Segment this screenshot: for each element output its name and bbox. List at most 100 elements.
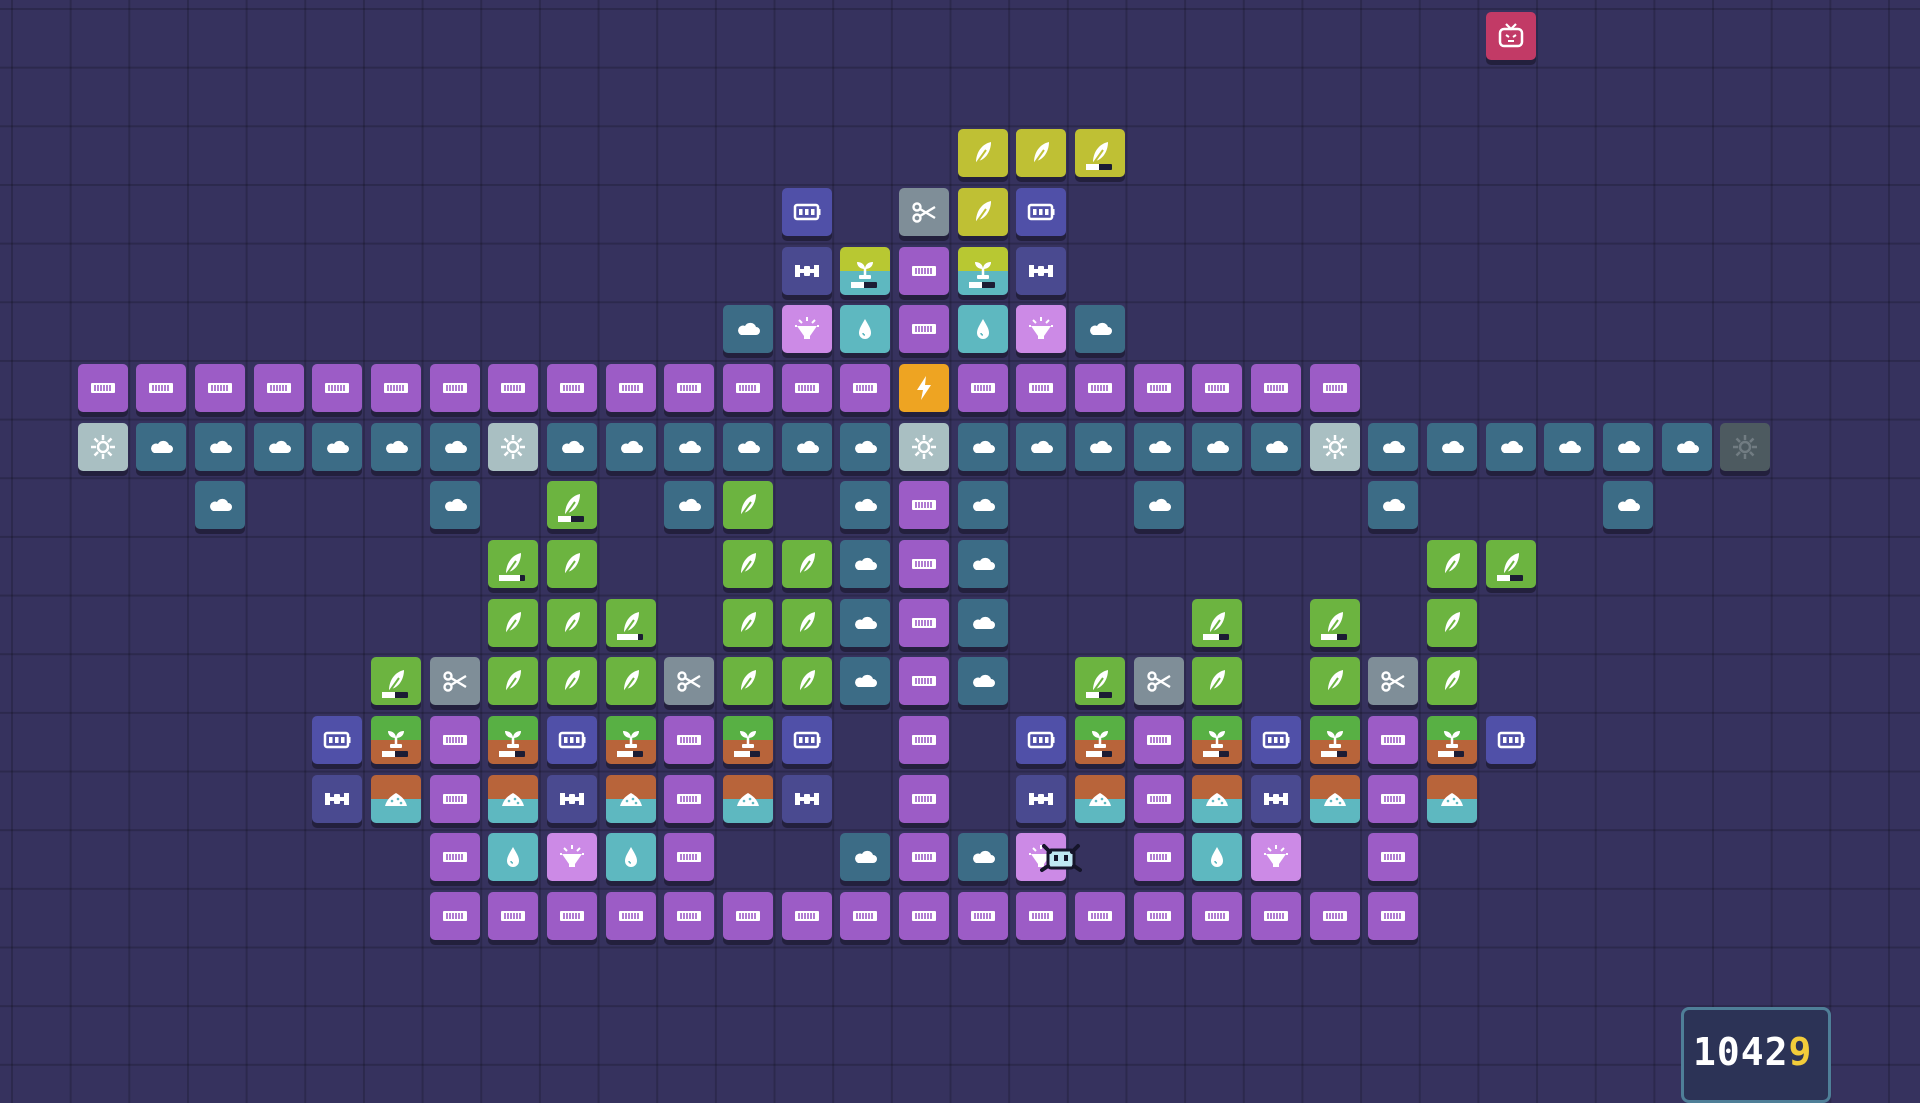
- cloud-tile[interactable]: [1603, 423, 1653, 471]
- water-drop-tile[interactable]: [840, 305, 890, 353]
- pipe-tile[interactable]: [1310, 892, 1360, 940]
- yellow-leaf-tile[interactable]: [958, 129, 1008, 177]
- cloud-tile[interactable]: [958, 833, 1008, 881]
- leaf-tile[interactable]: [547, 540, 597, 588]
- pipe-tile[interactable]: [1075, 892, 1125, 940]
- pipe-tile[interactable]: [606, 364, 656, 412]
- cloud-tile[interactable]: [1134, 423, 1184, 471]
- cloud-tile[interactable]: [430, 423, 480, 471]
- leaf-tile[interactable]: [606, 599, 656, 647]
- sun-tile[interactable]: [1310, 423, 1360, 471]
- scissors-tile[interactable]: [899, 188, 949, 236]
- sprout-tile[interactable]: [1075, 716, 1125, 764]
- pipe-tile[interactable]: [899, 892, 949, 940]
- pipe-tile[interactable]: [1134, 364, 1184, 412]
- sprout-tile[interactable]: [723, 716, 773, 764]
- battery-tile[interactable]: [782, 188, 832, 236]
- cloud-tile[interactable]: [195, 481, 245, 529]
- pipe-tile[interactable]: [899, 540, 949, 588]
- cloud-tile[interactable]: [958, 481, 1008, 529]
- pipe-tile[interactable]: [899, 247, 949, 295]
- pipe-tile[interactable]: [899, 657, 949, 705]
- leaf-tile[interactable]: [1310, 657, 1360, 705]
- water-drop-tile[interactable]: [958, 305, 1008, 353]
- pipe-tile[interactable]: [1134, 892, 1184, 940]
- cloud-tile[interactable]: [1075, 305, 1125, 353]
- battery-tile[interactable]: [1251, 716, 1301, 764]
- pipe-tile[interactable]: [1134, 716, 1184, 764]
- cloud-tile[interactable]: [371, 423, 421, 471]
- leaf-tile[interactable]: [547, 599, 597, 647]
- leaf-tile[interactable]: [488, 657, 538, 705]
- connector-tile[interactable]: [312, 775, 362, 823]
- pipe-tile[interactable]: [1310, 364, 1360, 412]
- pipe-tile[interactable]: [488, 892, 538, 940]
- cloud-tile[interactable]: [1368, 423, 1418, 471]
- cloud-tile[interactable]: [958, 599, 1008, 647]
- pipe-tile[interactable]: [1016, 364, 1066, 412]
- cloud-tile[interactable]: [312, 423, 362, 471]
- pipe-tile[interactable]: [371, 364, 421, 412]
- leaf-tile[interactable]: [547, 481, 597, 529]
- lamp-tile[interactable]: [782, 305, 832, 353]
- leaf-tile[interactable]: [547, 657, 597, 705]
- pipe-tile[interactable]: [664, 892, 714, 940]
- battery-tile[interactable]: [1016, 716, 1066, 764]
- pipe-tile[interactable]: [723, 892, 773, 940]
- pipe-tile[interactable]: [1368, 892, 1418, 940]
- cloud-tile[interactable]: [664, 481, 714, 529]
- sprout-water-tile[interactable]: [958, 247, 1008, 295]
- soil-pile-tile[interactable]: [1075, 775, 1125, 823]
- connector-tile[interactable]: [1016, 247, 1066, 295]
- leaf-tile[interactable]: [723, 481, 773, 529]
- cloud-tile[interactable]: [606, 423, 656, 471]
- connector-tile[interactable]: [782, 775, 832, 823]
- soil-pile-tile[interactable]: [371, 775, 421, 823]
- pipe-tile[interactable]: [1251, 892, 1301, 940]
- battery-tile[interactable]: [547, 716, 597, 764]
- pipe-tile[interactable]: [1016, 892, 1066, 940]
- cloud-tile[interactable]: [136, 423, 186, 471]
- cloud-tile[interactable]: [254, 423, 304, 471]
- cloud-tile[interactable]: [958, 657, 1008, 705]
- sprout-tile[interactable]: [488, 716, 538, 764]
- scissors-tile[interactable]: [1134, 657, 1184, 705]
- pipe-tile[interactable]: [430, 775, 480, 823]
- leaf-tile[interactable]: [723, 599, 773, 647]
- cloud-tile[interactable]: [547, 423, 597, 471]
- cloud-tile[interactable]: [1016, 423, 1066, 471]
- pipe-tile[interactable]: [899, 599, 949, 647]
- pipe-tile[interactable]: [1192, 892, 1242, 940]
- cloud-tile[interactable]: [430, 481, 480, 529]
- connector-tile[interactable]: [547, 775, 597, 823]
- pipe-tile[interactable]: [899, 481, 949, 529]
- pipe-tile[interactable]: [195, 364, 245, 412]
- pipe-tile[interactable]: [664, 833, 714, 881]
- pipe-tile[interactable]: [958, 364, 1008, 412]
- pipe-tile[interactable]: [664, 716, 714, 764]
- cloud-tile[interactable]: [664, 423, 714, 471]
- cloud-tile[interactable]: [958, 423, 1008, 471]
- leaf-tile[interactable]: [782, 599, 832, 647]
- battery-tile[interactable]: [782, 716, 832, 764]
- cloud-tile[interactable]: [840, 833, 890, 881]
- pipe-tile[interactable]: [664, 775, 714, 823]
- pipe-tile[interactable]: [1192, 364, 1242, 412]
- leaf-tile[interactable]: [1192, 657, 1242, 705]
- leaf-tile[interactable]: [782, 540, 832, 588]
- connector-tile[interactable]: [1016, 775, 1066, 823]
- cloud-tile[interactable]: [840, 599, 890, 647]
- leaf-tile[interactable]: [371, 657, 421, 705]
- pipe-tile[interactable]: [782, 364, 832, 412]
- leaf-tile[interactable]: [488, 540, 538, 588]
- leaf-tile[interactable]: [723, 540, 773, 588]
- sprout-tile[interactable]: [1310, 716, 1360, 764]
- pipe-tile[interactable]: [899, 716, 949, 764]
- leaf-tile[interactable]: [488, 599, 538, 647]
- leaf-tile[interactable]: [1075, 657, 1125, 705]
- lamp-tile[interactable]: [1251, 833, 1301, 881]
- pipe-tile[interactable]: [723, 364, 773, 412]
- soil-pile-tile[interactable]: [1192, 775, 1242, 823]
- pipe-tile[interactable]: [312, 364, 362, 412]
- pipe-tile[interactable]: [1368, 716, 1418, 764]
